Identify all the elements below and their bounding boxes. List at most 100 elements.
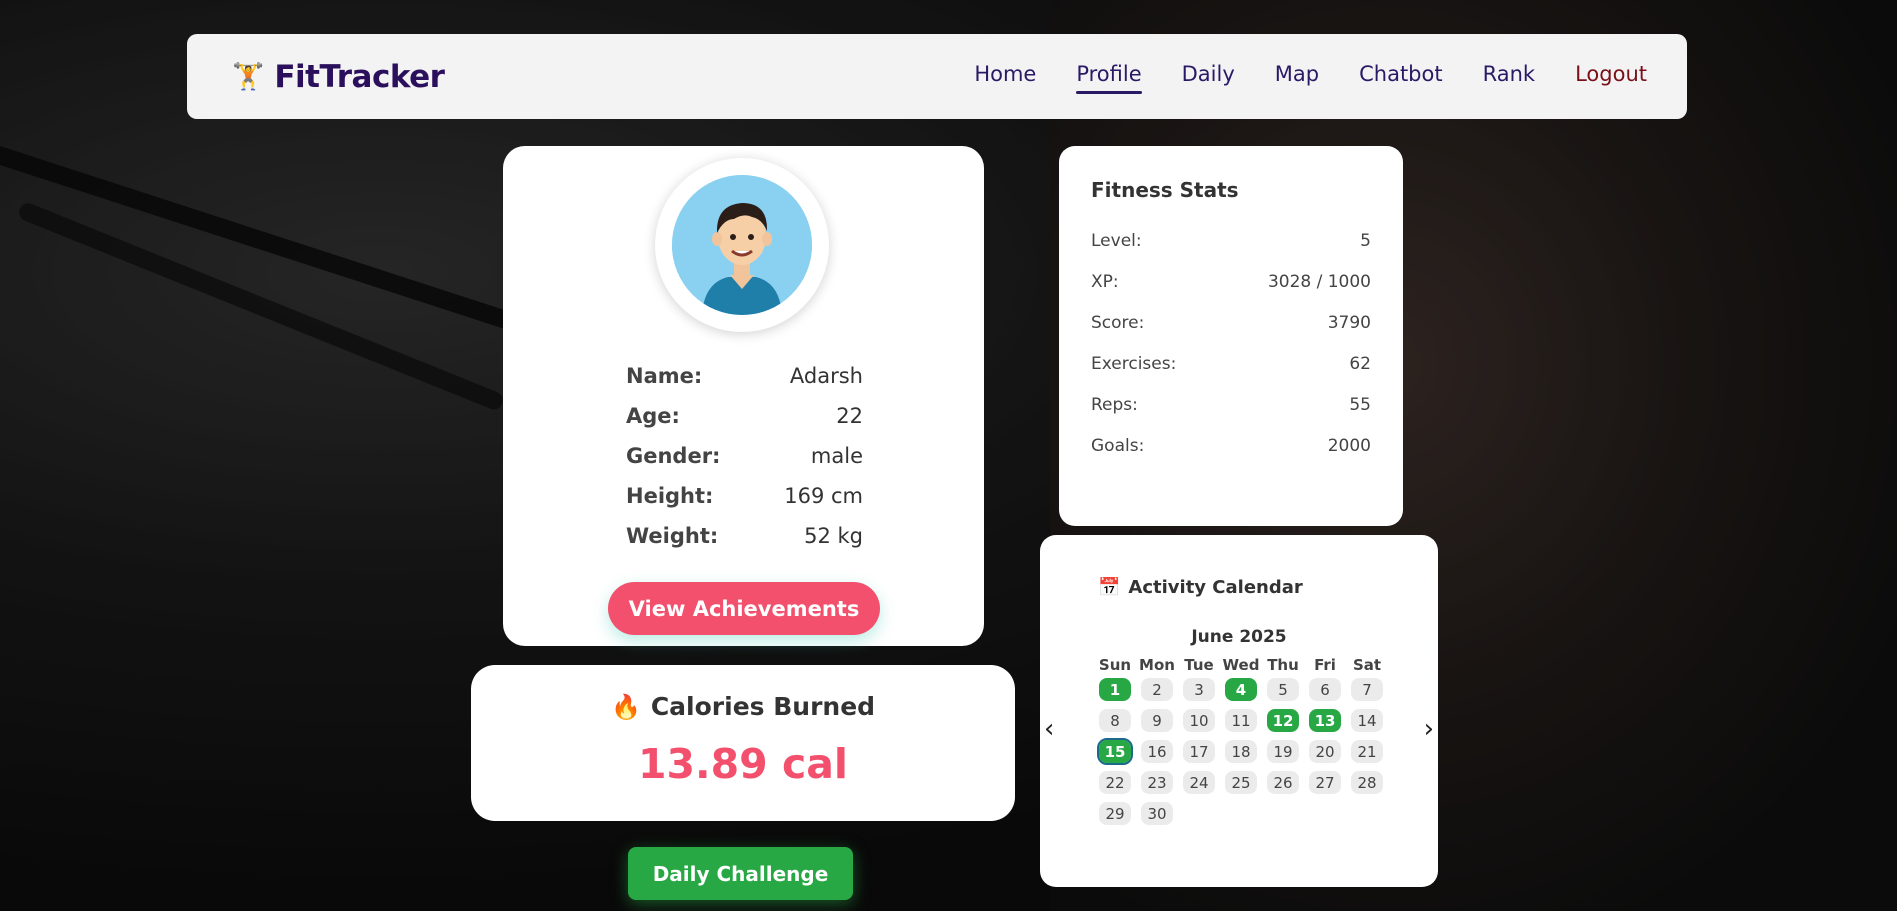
calendar-day[interactable]: 22 [1094, 771, 1136, 794]
calendar-day[interactable]: 28 [1346, 771, 1388, 794]
value: 52 kg [804, 524, 863, 548]
profile-info: Name: Adarsh Age: 22 Gender: male Height… [626, 356, 863, 556]
nav-daily[interactable]: Daily [1182, 62, 1235, 92]
view-achievements-button[interactable]: View Achievements [608, 582, 880, 635]
stats-title: Fitness Stats [1091, 178, 1239, 202]
weekday: Wed [1222, 656, 1260, 674]
calendar-day-number: 22 [1099, 771, 1131, 794]
weekday: Thu [1267, 656, 1299, 674]
calendar-prev-icon[interactable]: ‹ [1044, 716, 1054, 742]
value: 3790 [1327, 312, 1371, 333]
calendar-day[interactable]: 18 [1220, 740, 1262, 763]
calendar-day-number: 24 [1183, 771, 1215, 794]
calendar-day[interactable]: 6 [1304, 678, 1346, 701]
calendar-empty-cell [1262, 802, 1304, 825]
calendar-day-number [1351, 802, 1383, 825]
calendar-empty-cell [1346, 802, 1388, 825]
calendar-day-number: 23 [1141, 771, 1173, 794]
calendar-empty-cell [1304, 802, 1346, 825]
calendar-day[interactable]: 15 [1094, 738, 1136, 765]
profile-row-height: Height: 169 cm [626, 476, 863, 516]
calendar-day[interactable]: 13 [1304, 709, 1346, 732]
nav-rank[interactable]: Rank [1483, 62, 1535, 92]
calendar-empty-cell [1178, 802, 1220, 825]
weightlifter-icon: 🏋️ [232, 61, 265, 92]
calendar-day-number: 1 [1099, 678, 1131, 701]
avatar-frame [655, 158, 829, 332]
calendar-grid: Sun Mon Tue Wed Thu Fri Sat 1 2 3 4 5 6 7 8 9 10 1… [1094, 656, 1388, 829]
calendar-day[interactable]: 9 [1136, 709, 1178, 732]
calendar-day[interactable]: 8 [1094, 709, 1136, 732]
profile-row-age: Age: 22 [626, 396, 863, 436]
calendar-day[interactable]: 12 [1262, 709, 1304, 732]
brand[interactable]: 🏋️ FitTracker [232, 59, 445, 95]
value: 169 cm [784, 484, 863, 508]
calendar-day-number [1225, 802, 1257, 825]
calendar-day[interactable]: 3 [1178, 678, 1220, 701]
stat-row-level: Level: 5 [1091, 220, 1371, 261]
calendar-day-number: 15 [1097, 738, 1133, 765]
calendar-day[interactable]: 26 [1262, 771, 1304, 794]
calendar-day[interactable]: 30 [1136, 802, 1178, 825]
calendar-day[interactable]: 19 [1262, 740, 1304, 763]
calendar-day-number: 13 [1309, 709, 1341, 732]
nav-profile[interactable]: Profile [1076, 62, 1142, 94]
weekday: Sun [1098, 656, 1132, 674]
calendar-title: Activity Calendar [1128, 577, 1303, 598]
avatar-icon [672, 175, 812, 315]
calendar-day[interactable]: 7 [1346, 678, 1388, 701]
calendar-next-icon[interactable]: › [1424, 716, 1434, 742]
nav-home[interactable]: Home [974, 62, 1036, 92]
label: Reps: [1091, 394, 1138, 415]
calendar-day[interactable]: 23 [1136, 771, 1178, 794]
nav-logout[interactable]: Logout [1575, 62, 1647, 92]
calendar-day-number: 8 [1099, 709, 1131, 732]
calendar-day[interactable]: 25 [1220, 771, 1262, 794]
calendar-day[interactable]: 29 [1094, 802, 1136, 825]
calories-card: 🔥 Calories Burned 13.89 cal [471, 665, 1015, 821]
calendar-day[interactable]: 17 [1178, 740, 1220, 763]
calendar-day[interactable]: 24 [1178, 771, 1220, 794]
profile-card: Name: Adarsh Age: 22 Gender: male Height… [503, 146, 984, 646]
label: Age: [626, 404, 680, 428]
calendar-day[interactable]: 5 [1262, 678, 1304, 701]
calendar-day-number: 28 [1351, 771, 1383, 794]
label: Score: [1091, 312, 1145, 333]
nav-links: Home Profile Daily Map Chatbot Rank Logo… [974, 62, 1647, 94]
calendar-day[interactable]: 20 [1304, 740, 1346, 763]
label: Height: [626, 484, 714, 508]
calendar-day[interactable]: 16 [1136, 740, 1178, 763]
calendar-day-number: 10 [1183, 709, 1215, 732]
calendar-day-number: 14 [1351, 709, 1383, 732]
daily-challenge-button[interactable]: Daily Challenge [628, 847, 853, 900]
calendar-week: 1234567 [1094, 674, 1388, 705]
calendar-day-number: 30 [1141, 802, 1173, 825]
calendar-day[interactable]: 2 [1136, 678, 1178, 701]
calendar-day-number: 29 [1099, 802, 1131, 825]
nav-map[interactable]: Map [1275, 62, 1319, 92]
stat-row-xp: XP: 3028 / 1000 [1091, 261, 1371, 302]
calories-title: 🔥 Calories Burned [471, 692, 1015, 721]
calendar-day[interactable]: 1 [1094, 678, 1136, 701]
calendar-day-number: 26 [1267, 771, 1299, 794]
profile-row-gender: Gender: male [626, 436, 863, 476]
calendar-day[interactable]: 27 [1304, 771, 1346, 794]
label: Exercises: [1091, 353, 1177, 374]
calendar-day[interactable]: 21 [1346, 740, 1388, 763]
calendar-day-number [1183, 802, 1215, 825]
calendar-day-number: 3 [1183, 678, 1215, 701]
stat-row-exercises: Exercises: 62 [1091, 343, 1371, 384]
label: Gender: [626, 444, 721, 468]
value: 55 [1349, 394, 1371, 415]
calendar-day-number: 17 [1183, 740, 1215, 763]
calendar-day[interactable]: 14 [1346, 709, 1388, 732]
stat-row-score: Score: 3790 [1091, 302, 1371, 343]
calendar-day[interactable]: 10 [1178, 709, 1220, 732]
profile-row-weight: Weight: 52 kg [626, 516, 863, 556]
nav-chatbot[interactable]: Chatbot [1359, 62, 1443, 92]
calendar-weekdays: Sun Mon Tue Wed Thu Fri Sat [1094, 656, 1388, 674]
calendar-week: 22 23 24 25 26 27 28 [1094, 767, 1388, 798]
calendar-day-number: 6 [1309, 678, 1341, 701]
calendar-day[interactable]: 4 [1220, 678, 1262, 701]
calendar-day[interactable]: 11 [1220, 709, 1262, 732]
